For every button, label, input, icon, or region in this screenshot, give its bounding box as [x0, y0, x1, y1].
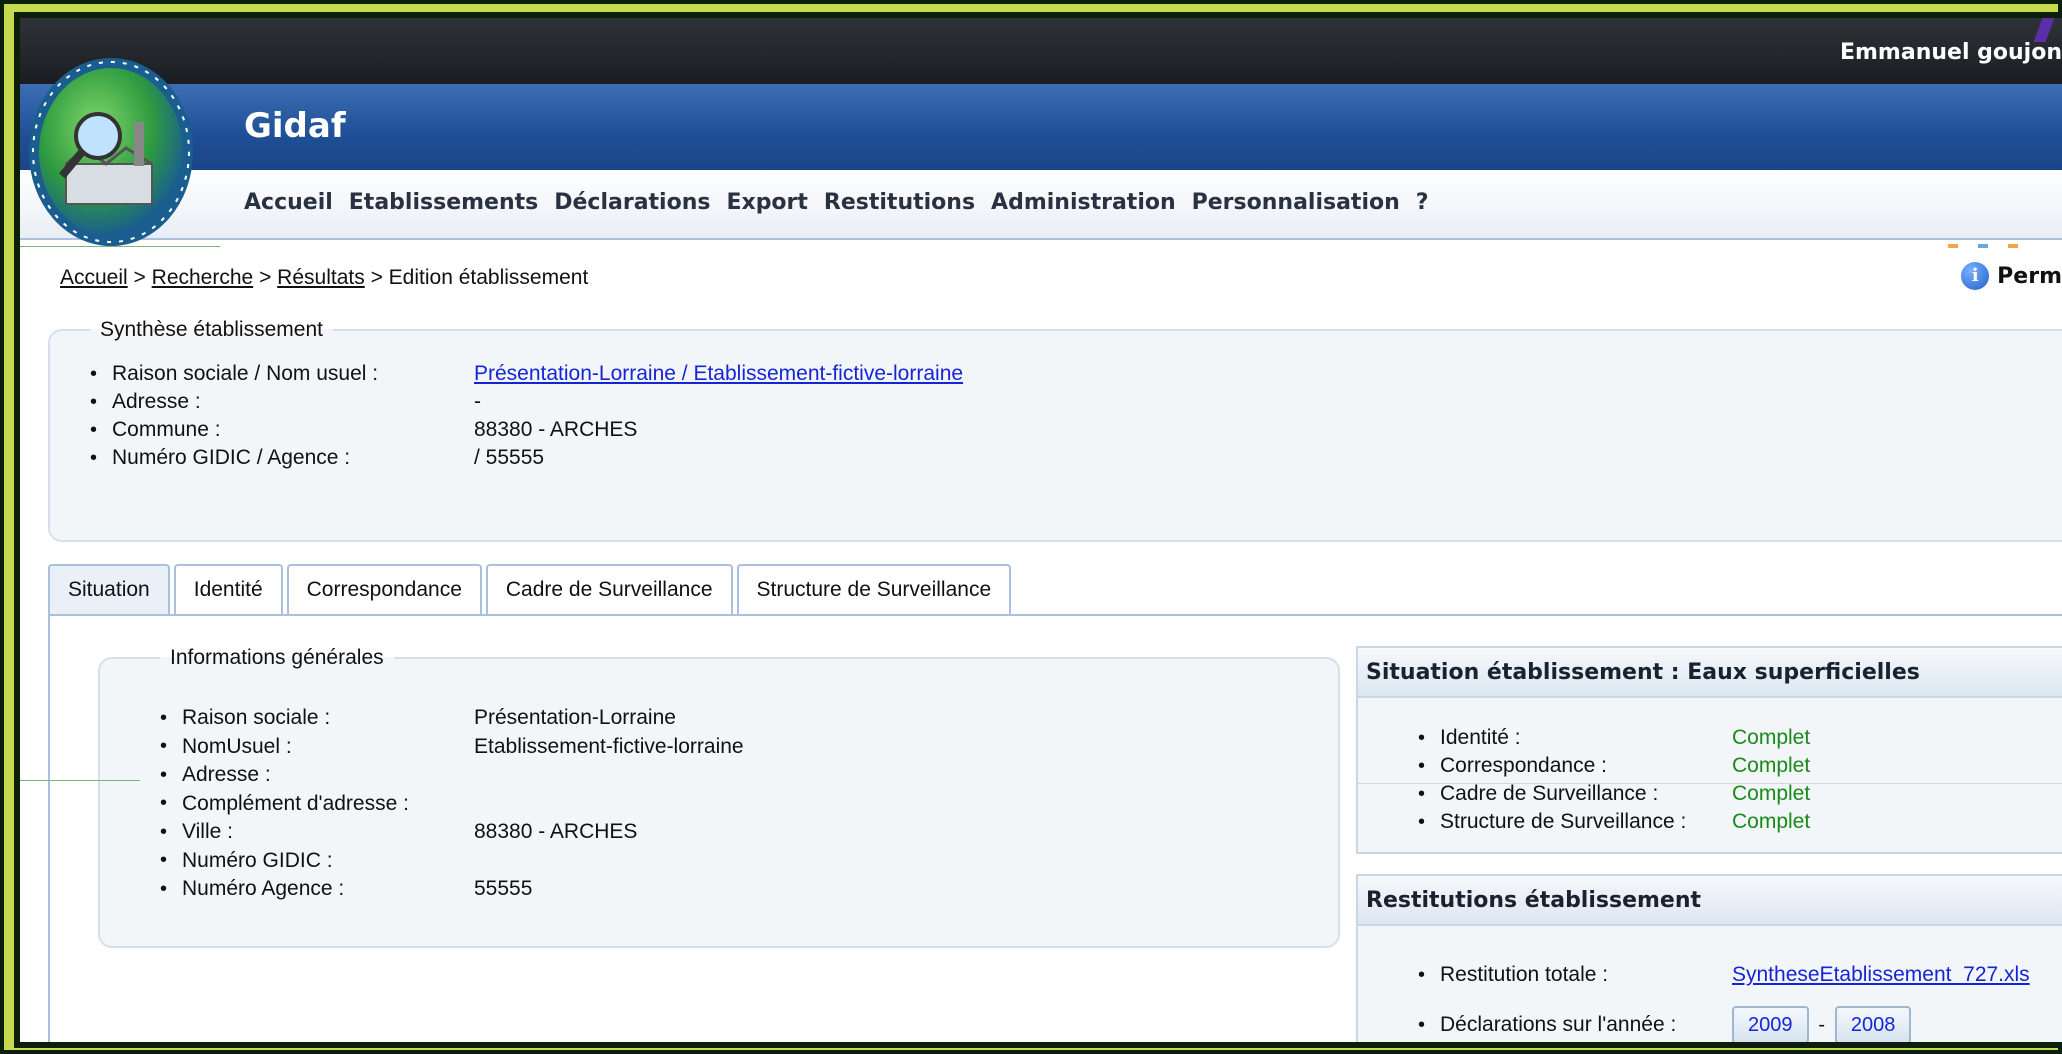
status-value: Complet — [1732, 810, 1811, 833]
info-icon: i — [1961, 262, 1990, 290]
synthese-legend: Synthèse établissement — [100, 318, 323, 341]
field-label: Déclarations sur l'année : — [1440, 1013, 1677, 1036]
tab-identite[interactable]: Identité — [173, 564, 283, 614]
field-value: 88380 - ARCHES — [474, 418, 638, 441]
tab-situation[interactable]: Situation — [48, 564, 170, 614]
nav-item-personnalisation[interactable]: Personnalisation — [1192, 190, 1400, 215]
list-item: Numéro GIDIC / Agence : / 55555 — [90, 444, 2062, 472]
nav-item-restitutions[interactable]: Restitutions — [824, 190, 975, 215]
field-value: 55555 — [474, 877, 533, 901]
tab-structure-surveillance[interactable]: Structure de Surveillance — [736, 564, 1012, 614]
tab-correspondance[interactable]: Correspondance — [286, 564, 482, 614]
field-label: Commune : — [112, 418, 221, 441]
field-label: Structure de Surveillance : — [1440, 810, 1687, 833]
list-item: Raison sociale / Nom usuel : Présentatio… — [90, 360, 2062, 388]
status-value: Complet — [1732, 754, 1811, 777]
nav-item-export[interactable]: Export — [726, 190, 807, 215]
list-item: Correspondance : Complet — [1418, 752, 2062, 780]
restitutions-panel: Restitutions établissement Restitution t… — [1356, 874, 2062, 1042]
decorative-line — [20, 246, 220, 247]
status-value: Complet — [1732, 782, 1811, 805]
permalink-label: Perm — [1997, 263, 2062, 289]
decorative-line — [20, 780, 140, 781]
decorative-line — [1356, 783, 2062, 784]
breadcrumb-current: Edition établissement — [388, 266, 589, 289]
field-label: Cadre de Surveillance : — [1440, 782, 1659, 805]
breadcrumb-separator: > — [133, 266, 146, 289]
situation-panel: Situation établissement : Eaux superfici… — [1356, 646, 2062, 854]
field-label: Ville : — [182, 820, 233, 844]
field-label: Correspondance : — [1440, 754, 1607, 777]
field-label: NomUsuel : — [182, 734, 292, 758]
breadcrumb-accueil[interactable]: Accueil — [60, 266, 128, 289]
breadcrumb-separator: > — [370, 266, 383, 289]
app-title: Gidaf — [244, 106, 346, 146]
year-2009-button[interactable]: 2009 — [1732, 1006, 1809, 1042]
list-item: Adresse : - — [90, 388, 2062, 416]
breadcrumb-separator: > — [259, 266, 272, 289]
field-value: Etablissement-fictive-lorraine — [474, 734, 744, 758]
field-label: Numéro GIDIC / Agence : — [112, 446, 351, 469]
field-label: Adresse : — [182, 763, 271, 787]
permalink-link[interactable]: i Perm — [1961, 262, 2062, 290]
field-label: Raison sociale : — [182, 706, 331, 730]
nav-item-etablissements[interactable]: Etablissements — [349, 190, 538, 215]
list-item: Cadre de Surveillance : Complet — [1418, 780, 2062, 808]
list-item: Complément d'adresse : — [160, 790, 1338, 819]
field-label: Adresse : — [112, 390, 201, 413]
top-bar: Emmanuel goujon — [20, 18, 2062, 84]
breadcrumb: Accueil > Recherche > Résultats > Editio… — [60, 266, 588, 290]
field-value: / 55555 — [474, 446, 545, 469]
restitutions-title: Restitutions établissement — [1358, 876, 2062, 926]
list-item: NomUsuel : Etablissement-fictive-lorrain… — [160, 733, 1338, 762]
list-item: Structure de Surveillance : Complet — [1418, 808, 2062, 836]
field-label: Restitution totale : — [1440, 963, 1609, 986]
decorative-dashes — [1948, 244, 2038, 248]
list-item: Raison sociale : Présentation-Lorraine — [160, 704, 1338, 733]
main-nav: Accueil Etablissements Déclarations Expo… — [20, 170, 2062, 240]
breadcrumb-resultats[interactable]: Résultats — [277, 266, 365, 289]
status-value: Complet — [1732, 726, 1811, 749]
list-item: Numéro GIDIC : — [160, 847, 1338, 876]
nav-item-declarations[interactable]: Déclarations — [554, 190, 710, 215]
tab-bar: Situation Identité Correspondance Cadre … — [48, 564, 1015, 614]
field-value: - — [474, 390, 481, 413]
list-item: Numéro Agence : 55555 — [160, 875, 1338, 904]
year-separator: - — [1818, 1014, 1826, 1036]
field-label: Numéro GIDIC : — [182, 848, 333, 872]
list-item: Commune : 88380 - ARCHES — [90, 416, 2062, 444]
tab-cadre-surveillance[interactable]: Cadre de Surveillance — [485, 564, 733, 614]
field-label: Complément d'adresse : — [182, 791, 409, 815]
list-item: Restitution totale : SyntheseEtablisseme… — [1418, 950, 2062, 1000]
field-label: Raison sociale / Nom usuel : — [112, 362, 379, 385]
field-label: Numéro Agence : — [182, 877, 345, 901]
nav-item-help[interactable]: ? — [1416, 190, 1429, 215]
list-item: Adresse : — [160, 761, 1338, 790]
gidaf-logo-icon[interactable] — [26, 52, 196, 248]
nav-item-administration[interactable]: Administration — [991, 190, 1176, 215]
list-item: Ville : 88380 - ARCHES — [160, 818, 1338, 847]
list-item: Déclarations sur l'année : 2009 - 2008 — [1418, 1000, 2062, 1042]
informations-generales: Informations générales Raison sociale : … — [98, 646, 1340, 948]
etablissement-link[interactable]: Présentation-Lorraine / Etablissement-fi… — [474, 362, 963, 386]
year-2008-button[interactable]: 2008 — [1834, 1006, 1912, 1042]
list-item: Identité : Complet — [1418, 724, 2062, 752]
app-window: Emmanuel goujon Gidaf Accueil Etablissem… — [14, 12, 2062, 1048]
synthese-etablissement: Synthèse établissement Raison sociale / … — [48, 318, 2062, 542]
field-value: Présentation-Lorraine — [474, 706, 676, 730]
info-generales-legend: Informations générales — [170, 646, 384, 669]
situation-title: Situation établissement : Eaux superfici… — [1358, 648, 2062, 698]
restitution-file-link[interactable]: SyntheseEtablissement_727.xls — [1732, 963, 2030, 987]
breadcrumb-recherche[interactable]: Recherche — [152, 266, 254, 289]
user-name[interactable]: Emmanuel goujon — [1840, 40, 2062, 65]
field-label: Identité : — [1440, 726, 1521, 749]
year-buttons: 2009 - 2008 — [1732, 1006, 1912, 1042]
nav-item-accueil[interactable]: Accueil — [244, 190, 333, 215]
field-value: 88380 - ARCHES — [474, 820, 638, 844]
